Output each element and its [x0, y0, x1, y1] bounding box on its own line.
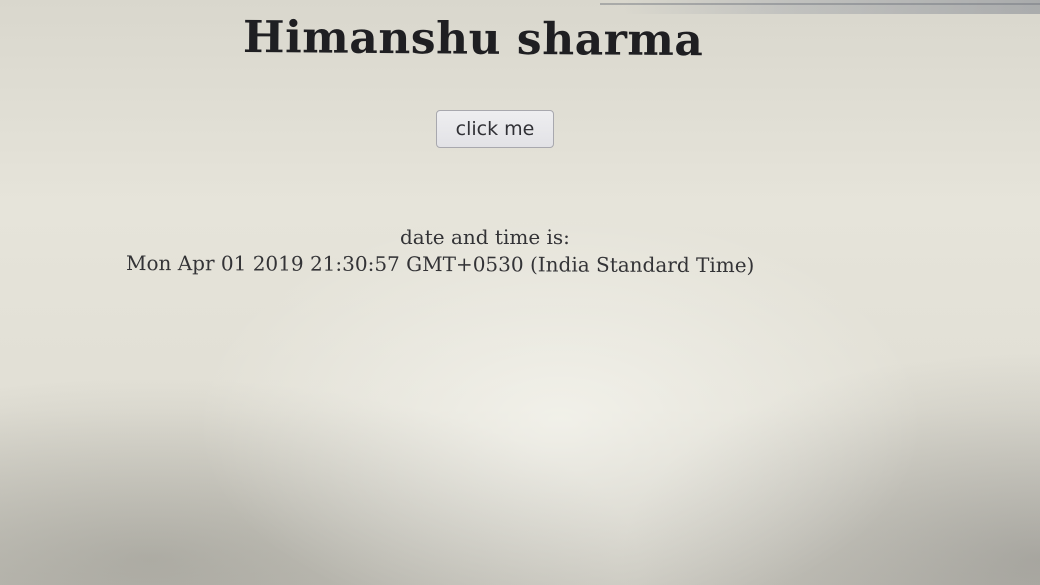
datetime-value: Mon Apr 01 2019 21:30:57 GMT+0530 (India…: [125, 251, 755, 278]
datetime-label: date and time is:: [400, 225, 570, 249]
click-me-button[interactable]: click me: [436, 110, 554, 148]
page-body: { "header": { "title": "Himanshu sharma"…: [0, 0, 1040, 585]
browser-window-edge: [0, 0, 1040, 14]
page-title: Himanshu sharma: [242, 12, 704, 67]
